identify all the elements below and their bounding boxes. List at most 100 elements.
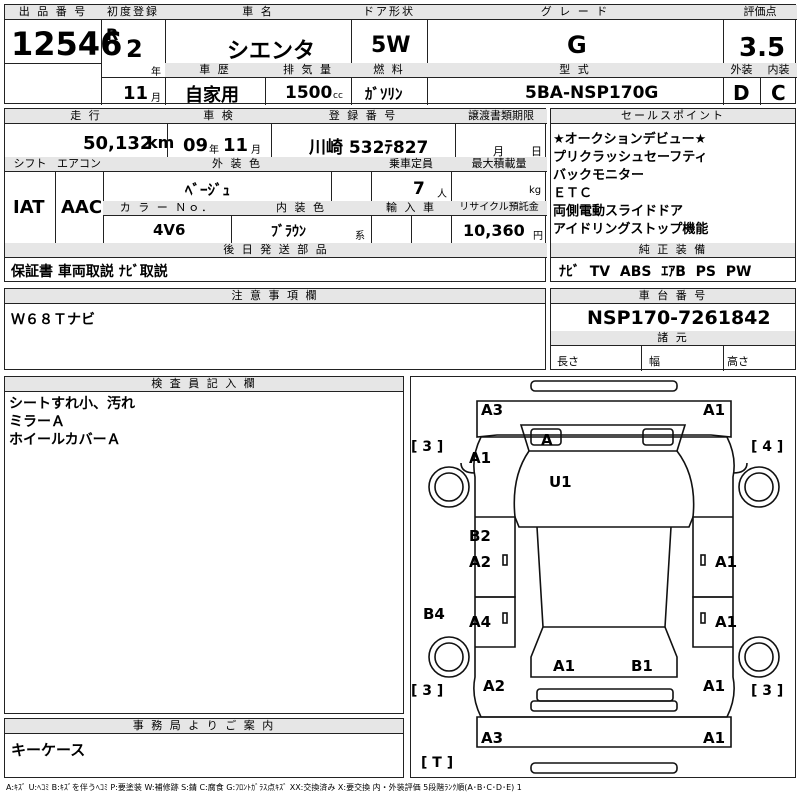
grade: G (567, 31, 587, 59)
mark-front-door-left-a2: A2 (469, 553, 492, 571)
notes-label: 注 意 事 項 欄 (5, 289, 545, 304)
ac-label: エアコン (55, 157, 103, 172)
later-parts-label: 後 日 発 送 部 品 (5, 243, 547, 258)
mark-front-fender-left: A1 (469, 449, 492, 467)
inspector-label: 検 査 員 記 入 欄 (5, 377, 403, 392)
office-section: 事 務 局 よ り ご 案 内 キーケース (4, 718, 404, 778)
mark-rear-quarter-right: A1 (703, 677, 726, 695)
sales-point: アイドリングストップ機能 (553, 222, 709, 237)
history-label: 車 歴 (165, 63, 265, 78)
reg-year: 2 (126, 35, 143, 63)
sales-point: ★オークションデビュー★ (553, 132, 707, 147)
insp-year: 09 (183, 135, 209, 156)
sales-point: プリクラッシュセーフティ (553, 150, 708, 165)
shift-label: シフト (5, 157, 55, 172)
score: 3.5 (739, 33, 786, 63)
capacity-unit: 人 (437, 189, 447, 200)
equip-label: 純 正 装 備 (551, 243, 795, 258)
car-name: シエンタ (227, 39, 316, 64)
sales-label: セールスポイント (551, 109, 795, 124)
displacement: 1500 (285, 83, 333, 103)
car-outline (428, 380, 780, 774)
mark-rear-quarter-left: A2 (483, 677, 506, 695)
lot-label: 出 品 番 号 (5, 5, 101, 20)
recycle-fee: 10,360 (463, 221, 525, 240)
mileage-unit: km (147, 133, 175, 152)
mark-rear-door-right: A1 (715, 613, 738, 631)
tire-front-right: [ 4 ] (751, 439, 784, 455)
int-grade: C (771, 81, 786, 105)
door-type: 5W (371, 33, 411, 58)
chassis-label: 車 台 番 号 (551, 289, 795, 304)
mark-rocker-left: B4 (423, 605, 445, 623)
first-reg-label: 初度登録 (101, 5, 165, 20)
mark-front-door-right: A1 (715, 553, 738, 571)
mark-rear-window-left: A1 (553, 657, 576, 675)
width-label: 幅 (649, 355, 660, 368)
import-label: 輸 入 車 (371, 201, 451, 216)
history: 自家用 (185, 85, 239, 106)
int-label: 内装 (760, 63, 797, 78)
car-name-label: 車 名 (165, 5, 351, 20)
notes-section: 注 意 事 項 欄 Ｗ６８Ｔナビ (4, 288, 546, 370)
dims-label: 諸 元 (551, 331, 795, 346)
sales-point: バックモニター (553, 168, 645, 183)
interior-color: ﾌﾞﾗｳﾝ (271, 224, 306, 240)
damage-diagram: A3 A1 A A1 U1 B2 A2 A1 B4 A4 A1 A1 B1 A2… (410, 376, 796, 778)
sales-point: ＥＴＣ (553, 186, 593, 201)
mileage-label: 走 行 (5, 109, 167, 124)
plate: 川崎 532ﾃ827 (309, 138, 429, 158)
vehicle-details: 走 行 50,132 km 車 検 09 年 11 月 登 録 番 号 川崎 5… (4, 108, 547, 282)
tire-rear-left: [ 3 ] (411, 683, 444, 699)
later-parts: 保証書 車両取説 ﾅﾋﾞ取説 (11, 264, 168, 280)
ext-grade: D (733, 81, 750, 105)
legend: A:ｷｽﾞ U:ﾍｺﾐ B:ｷｽﾞを伴うﾍｺﾐ P:要塗装 W:補修跡 S:錆 … (6, 783, 522, 792)
plate-label: 登 録 番 号 (271, 109, 455, 124)
exterior-color: ﾍﾞｰｼﾞｭ (185, 181, 231, 199)
inspector-section: 検 査 員 記 入 欄 シートすれ小、汚れ ミラーＡ ホイールカバーＡ (4, 376, 404, 714)
fuel: ｶﾞｿﾘﾝ (365, 85, 403, 103)
header-section: 出 品 番 号 12546 初度登録 R 2 年 11 月 車 名 シエンタ ド… (4, 4, 797, 106)
model-label: 型 式 (427, 63, 723, 78)
shift: IAT (13, 197, 45, 218)
notes-text: Ｗ６８Ｔナビ (11, 312, 95, 328)
capacity-label: 乗車定員 (371, 157, 451, 172)
displacement-label: 排 気 量 (265, 63, 351, 78)
sales-point: 両側電動スライドドア (553, 204, 684, 219)
insp-year-unit: 年 (209, 145, 219, 156)
mark-rear-bumper-left: A3 (481, 729, 504, 747)
mark-front-bumper-right: A1 (703, 401, 726, 419)
era: R (106, 25, 119, 44)
fuel-label: 燃 料 (351, 63, 427, 78)
score-label: 評価点 (723, 5, 797, 20)
chassis-number: NSP170-7261842 (587, 307, 771, 329)
mark-rear-bumper-right: A1 (703, 729, 726, 747)
mark-rear-window-right: B1 (631, 657, 653, 675)
interior-label: 内 装 色 (231, 201, 371, 216)
load-unit: kg (529, 185, 542, 196)
tire-rear-right: [ 3 ] (751, 683, 784, 699)
model-code: 5BA-NSP170G (525, 83, 659, 103)
displacement-unit: cc (333, 91, 343, 101)
reg-month: 11 (123, 83, 149, 104)
inspector-notes: シートすれ小、汚れ ミラーＡ ホイールカバーＡ (9, 395, 135, 449)
spare-tire: [ T ] (421, 755, 454, 771)
office-label: 事 務 局 よ り ご 案 内 (5, 719, 403, 734)
mark-rear-door-left: A4 (469, 613, 492, 631)
sales-points: セールスポイント ★オークションデビュー★ プリクラッシュセーフティ バックモニ… (550, 108, 796, 282)
equipment: ﾅﾋﾞ TV ABS ｴｱB PS PW (559, 264, 752, 280)
recycle-label: リサイクル預託金 (451, 201, 547, 216)
mark-windshield: A (541, 431, 553, 449)
office-text: キーケース (11, 741, 86, 759)
mark-front-door-left-b2: B2 (469, 527, 491, 545)
grade-label: グ レ ー ド (427, 5, 723, 20)
reg-year-unit: 年 (151, 67, 161, 78)
insp-month-unit: 月 (251, 145, 261, 156)
tire-front-left: [ 3 ] (411, 439, 444, 455)
ac: AAC (61, 197, 103, 218)
inspector-line: ホイールカバーＡ (9, 432, 121, 448)
sales-list: ★オークションデビュー★ プリクラッシュセーフティ バックモニター ＥＴＣ 両側… (553, 131, 708, 239)
mark-front-bumper-left: A3 (481, 401, 504, 419)
recycle-unit: 円 (533, 231, 543, 242)
mark-roof: U1 (549, 473, 572, 491)
